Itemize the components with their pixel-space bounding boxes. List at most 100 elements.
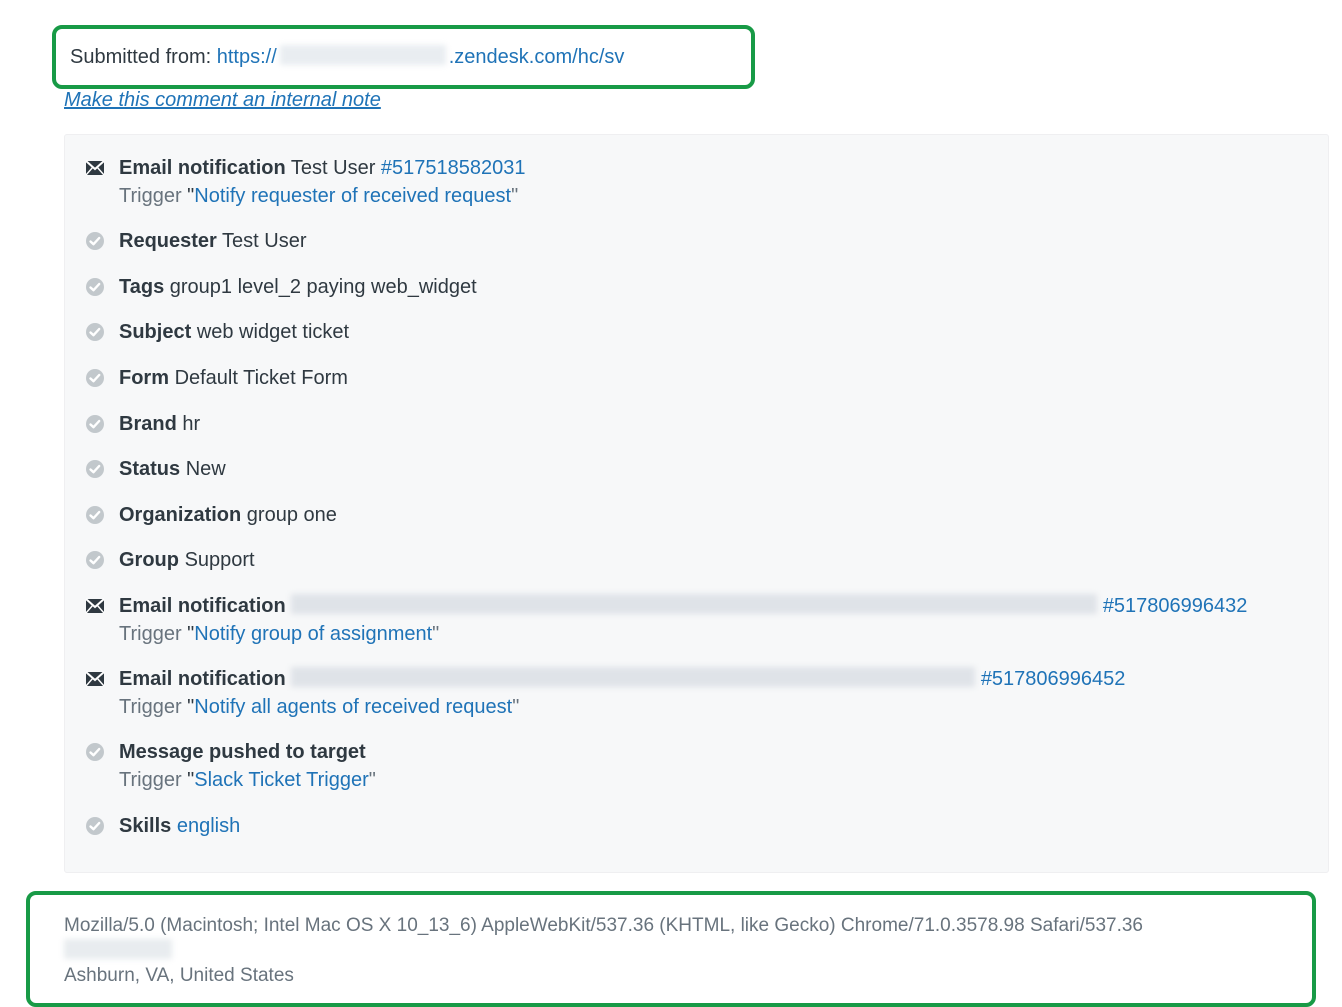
submitted-from-line: Submitted from: https:// .zendesk.com/hc/… <box>70 46 624 68</box>
event-subline: Trigger "Notify all agents of received r… <box>119 694 1310 722</box>
event-line: Requester Test User <box>119 230 306 252</box>
event-line: Status New <box>119 458 226 480</box>
event-row: Message pushed to target Trigger "Slack T… <box>83 733 1310 806</box>
event-row: Email notification Test User #5175185820… <box>83 149 1310 222</box>
event-label: Brand <box>119 413 177 435</box>
event-label: Requester <box>119 230 217 252</box>
checkmark-icon <box>85 739 107 762</box>
event-row: Brand hr <box>83 405 1310 451</box>
event-subline: Trigger "Slack Ticket Trigger" <box>119 767 1310 795</box>
event-id-link[interactable]: #517806996452 <box>981 668 1126 690</box>
event-row: Subject web widget ticket <box>83 313 1310 359</box>
checkmark-icon <box>85 365 107 388</box>
url-scheme: https:// <box>217 46 277 68</box>
event-body: Skills english <box>119 813 1310 841</box>
trigger-link[interactable]: Notify requester of received request <box>194 185 511 207</box>
trigger-prefix: Trigger <box>119 696 182 718</box>
event-value: group1 level_2 paying web_widget <box>170 276 477 298</box>
checkmark-icon <box>85 274 107 297</box>
redacted-subdomain <box>280 45 446 65</box>
event-body: Message pushed to target Trigger "Slack T… <box>119 739 1310 794</box>
trigger-link[interactable]: Notify all agents of received request <box>194 696 512 718</box>
event-value: hr <box>182 413 200 435</box>
event-body: Email notification #517806996452 Trigger … <box>119 666 1310 721</box>
event-subline: Trigger "Notify group of assignment" <box>119 621 1310 649</box>
event-body: Email notification Test User #5175185820… <box>119 155 1310 210</box>
event-value: New <box>186 458 226 480</box>
event-body: Brand hr <box>119 411 1310 439</box>
redacted-recipients <box>291 594 1097 614</box>
requester-location: Ashburn, VA, United States <box>64 965 1282 987</box>
event-label: Group <box>119 549 179 571</box>
event-label: Email notification <box>119 668 286 690</box>
event-id-link[interactable]: #517806996432 <box>1103 595 1248 617</box>
event-label: Form <box>119 367 169 389</box>
trigger-link[interactable]: Notify group of assignment <box>194 623 432 645</box>
event-value: web widget ticket <box>197 321 349 343</box>
event-line: Tags group1 level_2 paying web_widget <box>119 276 477 298</box>
trigger-close-quote: " <box>511 185 518 207</box>
event-line: Group Support <box>119 549 255 571</box>
event-line: Message pushed to target <box>119 741 366 763</box>
requester-meta-callout: Mozilla/5.0 (Macintosh; Intel Mac OS X 1… <box>26 891 1316 1007</box>
event-row: Tags group1 level_2 paying web_widget <box>83 268 1310 314</box>
redacted-ip <box>64 939 172 959</box>
trigger-prefix: Trigger <box>119 185 182 207</box>
user-agent: Mozilla/5.0 (Macintosh; Intel Mac OS X 1… <box>64 915 1282 937</box>
event-line: Email notification #517806996432 <box>119 595 1247 617</box>
event-value-link[interactable]: english <box>177 815 240 837</box>
event-label: Email notification <box>119 157 286 179</box>
event-label: Skills <box>119 815 171 837</box>
trigger-close-quote: " <box>369 769 376 791</box>
checkmark-icon <box>85 813 107 836</box>
event-value: Support <box>185 549 255 571</box>
event-body: Subject web widget ticket <box>119 319 1310 347</box>
url-domain: .zendesk.com/hc/sv <box>449 46 625 68</box>
trigger-prefix: Trigger <box>119 623 182 645</box>
event-body: Status New <box>119 456 1310 484</box>
submitted-from-prefix: Submitted from: <box>70 46 217 68</box>
event-body: Requester Test User <box>119 228 1310 256</box>
event-value: Test User <box>222 230 306 252</box>
event-label: Status <box>119 458 180 480</box>
event-label: Email notification <box>119 595 286 617</box>
event-value: group one <box>247 504 337 526</box>
event-label: Subject <box>119 321 191 343</box>
event-line: Email notification #517806996452 <box>119 668 1125 690</box>
event-body: Email notification #517806996432 Trigger … <box>119 593 1310 648</box>
event-body: Tags group1 level_2 paying web_widget <box>119 274 1310 302</box>
mail-icon <box>85 593 107 616</box>
event-row: Skills english <box>83 807 1310 853</box>
event-value: Test User <box>291 157 375 179</box>
event-line: Subject web widget ticket <box>119 321 349 343</box>
event-label: Organization <box>119 504 241 526</box>
event-line: Skills english <box>119 815 240 837</box>
checkmark-icon <box>85 228 107 251</box>
event-row: Email notification #517806996452 Trigger … <box>83 660 1310 733</box>
event-value: Default Ticket Form <box>175 367 348 389</box>
event-body: Group Support <box>119 547 1310 575</box>
submitted-from-url[interactable]: https:// .zendesk.com/hc/sv <box>217 46 625 68</box>
trigger-prefix: Trigger <box>119 769 182 791</box>
ticket-events-panel: Email notification Test User #5175185820… <box>64 134 1329 873</box>
checkmark-icon <box>85 547 107 570</box>
event-line: Brand hr <box>119 413 200 435</box>
event-body: Organization group one <box>119 502 1310 530</box>
event-row: Group Support <box>83 541 1310 587</box>
trigger-close-quote: " <box>432 623 439 645</box>
submitted-from-callout: Submitted from: https:// .zendesk.com/hc/… <box>52 25 755 89</box>
make-internal-note-link[interactable]: Make this comment an internal note <box>64 89 381 111</box>
trigger-link[interactable]: Slack Ticket Trigger <box>194 769 369 791</box>
event-line: Email notification Test User #5175185820… <box>119 157 526 179</box>
event-line: Organization group one <box>119 504 337 526</box>
event-subline: Trigger "Notify requester of received re… <box>119 183 1310 211</box>
event-label: Tags <box>119 276 164 298</box>
event-id-link[interactable]: #517518582031 <box>381 157 526 179</box>
checkmark-icon <box>85 502 107 525</box>
mail-icon <box>85 666 107 689</box>
event-label: Message pushed to target <box>119 741 366 763</box>
checkmark-icon <box>85 319 107 342</box>
checkmark-icon <box>85 456 107 479</box>
trigger-close-quote: " <box>512 696 519 718</box>
event-row: Organization group one <box>83 496 1310 542</box>
